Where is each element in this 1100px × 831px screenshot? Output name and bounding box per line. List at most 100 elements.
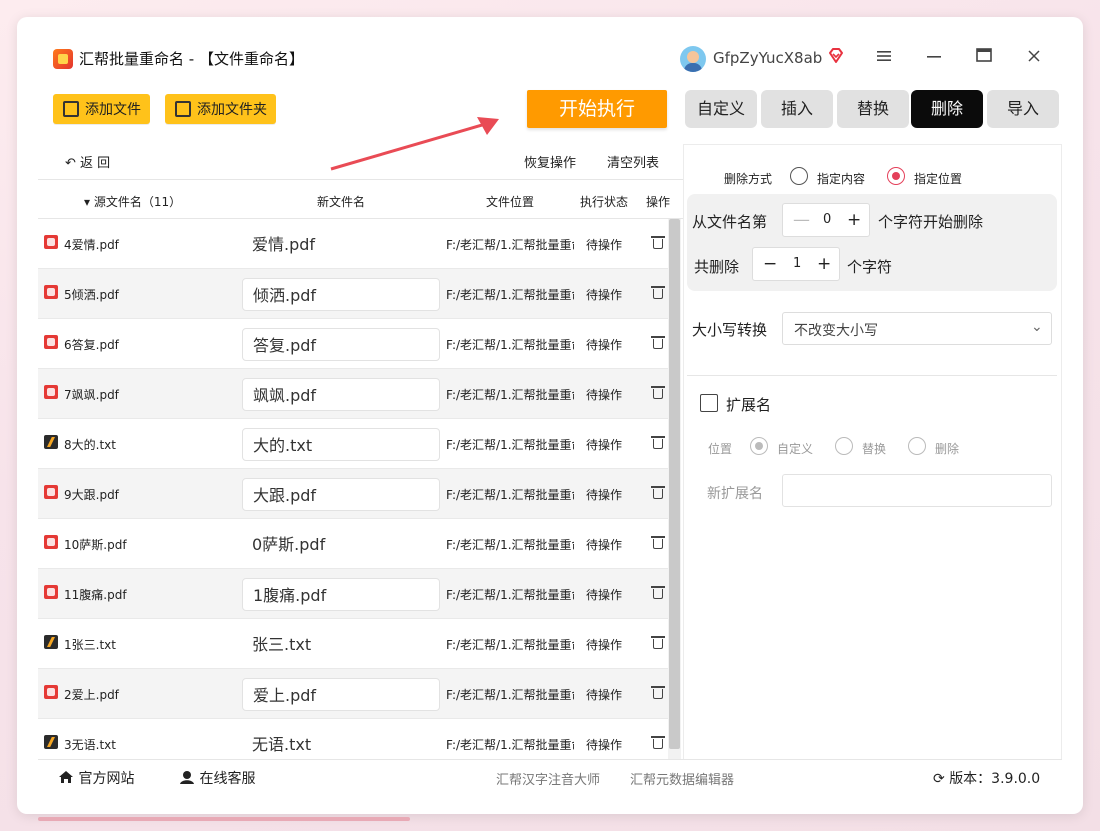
source-filename: 10萨斯.pdf [64,538,127,552]
tab-insert[interactable]: 插入 [761,90,833,128]
table-row[interactable]: 3无语.txt 无语.txt F:/老汇帮/1.汇帮批量重命名待操作 [38,719,668,759]
trash-icon[interactable] [651,485,665,499]
count-decrement-icon[interactable]: − [763,254,777,274]
trash-icon[interactable] [651,685,665,699]
trash-icon[interactable] [651,435,665,449]
new-filename[interactable]: 飒飒.pdf [242,378,440,411]
app-window: 汇帮批量重命名 - 【文件重命名】 GfpZyYucX8ab 添加文件 添加文件… [17,17,1083,814]
header-src[interactable]: ▾ 源文件名（11） [84,193,181,210]
txt-file-icon [44,635,58,649]
new-filename[interactable]: 1腹痛.pdf [242,578,440,611]
file-location: F:/老汇帮/1.汇帮批量重命名 [446,488,574,502]
restore-button[interactable]: 恢复操作 [524,152,576,171]
tab-delete[interactable]: 删除 [911,90,983,128]
table-row[interactable]: 4爱情.pdf 爱情.pdf F:/老汇帮/1.汇帮批量重命名待操作 [38,219,668,269]
trash-icon[interactable] [651,335,665,349]
add-folder-button[interactable]: 添加文件夹 [165,94,276,124]
trash-icon[interactable] [651,285,665,299]
add-folder-icon [175,101,191,117]
radio-ext-delete-label[interactable]: 删除 [935,440,959,457]
scrollbar-thumb[interactable] [669,219,680,749]
new-filename[interactable]: 答复.pdf [242,328,440,361]
trash-icon[interactable] [651,585,665,599]
header-status: 执行状态 [580,195,629,209]
from-value[interactable]: 0 [823,212,831,227]
position-label: 位置 [708,442,733,456]
table-row[interactable]: 7飒飒.pdf 飒飒.pdf F:/老汇帮/1.汇帮批量重命名待操作 [38,369,668,419]
case-label: 大小写转换 [692,321,768,339]
new-filename[interactable]: 张三.txt [242,628,440,661]
footer-link-pinyin[interactable]: 汇帮汉字注音大师 [496,769,600,788]
tab-custom[interactable]: 自定义 [685,90,757,128]
table-row[interactable]: 6答复.pdf 答复.pdf F:/老汇帮/1.汇帮批量重命名待操作 [38,319,668,369]
table-row[interactable]: 11腹痛.pdf 1腹痛.pdf F:/老汇帮/1.汇帮批量重命名待操作 [38,569,668,619]
minimize-icon[interactable] [920,45,948,69]
start-button[interactable]: 开始执行 [527,90,667,128]
pdf-file-icon [44,285,58,299]
new-filename[interactable]: 大的.txt [242,428,440,461]
trash-icon[interactable] [651,385,665,399]
website-link[interactable]: 官方网站 [58,768,134,788]
from-increment-icon[interactable]: + [847,210,861,230]
add-file-button[interactable]: 添加文件 [53,94,150,124]
clear-list-button[interactable]: 清空列表 [607,152,659,171]
header-path: 文件位置 [486,195,535,209]
table-row[interactable]: 5倾洒.pdf 倾洒.pdf F:/老汇帮/1.汇帮批量重命名待操作 [38,269,668,319]
new-filename[interactable]: 爱情.pdf [242,228,440,261]
new-filename[interactable]: 0萨斯.pdf [242,528,440,561]
count-suffix: 个字符 [847,258,893,276]
file-location: F:/老汇帮/1.汇帮批量重命名 [446,738,574,752]
menu-icon[interactable] [870,45,898,69]
table-row[interactable]: 2爱上.pdf 爱上.pdf F:/老汇帮/1.汇帮批量重命名待操作 [38,669,668,719]
radio-ext-replace[interactable] [835,437,853,455]
count-increment-icon[interactable]: + [817,254,831,274]
table-row[interactable]: 10萨斯.pdf 0萨斯.pdf F:/老汇帮/1.汇帮批量重命名待操作 [38,519,668,569]
file-location: F:/老汇帮/1.汇帮批量重命名 [446,238,574,252]
radio-position[interactable] [887,167,905,185]
new-filename[interactable]: 倾洒.pdf [242,278,440,311]
new-filename[interactable]: 无语.txt [242,728,440,759]
from-stepper[interactable]: — 0 + [782,203,870,237]
radio-content[interactable] [790,167,808,185]
status-text: 待操作 [586,638,623,652]
radio-ext-custom[interactable] [750,437,768,455]
case-select[interactable]: 不改变大小写 ⌄ [782,312,1052,345]
extension-checkbox[interactable] [700,394,718,412]
trash-icon[interactable] [651,635,665,649]
user-avatar[interactable] [680,46,706,72]
undo-icon: ↶ [65,156,76,171]
extension-label[interactable]: 扩展名 [726,394,771,415]
table-row[interactable]: 8大的.txt 大的.txt F:/老汇帮/1.汇帮批量重命名待操作 [38,419,668,469]
radio-position-label[interactable]: 指定位置 [914,170,962,187]
footer-link-metadata[interactable]: 汇帮元数据编辑器 [630,769,734,788]
new-filename[interactable]: 爱上.pdf [242,678,440,711]
radio-content-label[interactable]: 指定内容 [817,170,865,187]
delete-mode-label: 删除方式 [724,172,773,186]
from-decrement-icon[interactable]: — [793,210,810,230]
radio-ext-replace-label[interactable]: 替换 [862,440,886,457]
trash-icon[interactable] [651,735,665,749]
maximize-icon[interactable] [970,45,998,69]
table-row[interactable]: 9大跟.pdf 大跟.pdf F:/老汇帮/1.汇帮批量重命名待操作 [38,469,668,519]
service-link[interactable]: 在线客服 [179,768,255,788]
new-filename[interactable]: 大跟.pdf [242,478,440,511]
list-scrollbar[interactable] [668,219,681,759]
username[interactable]: GfpZyYucX8ab [713,49,822,67]
table-row[interactable]: 1张三.txt 张三.txt F:/老汇帮/1.汇帮批量重命名待操作 [38,619,668,669]
tab-import[interactable]: 导入 [987,90,1059,128]
list-header: ▾ 源文件名（11） 新文件名 文件位置 执行状态 操作 [38,179,683,219]
trash-icon[interactable] [651,235,665,249]
add-folder-label: 添加文件夹 [197,102,267,118]
trash-icon[interactable] [651,535,665,549]
radio-ext-delete[interactable] [908,437,926,455]
radio-ext-custom-label[interactable]: 自定义 [777,440,813,457]
undo-button[interactable]: ↶ 返 回 [65,152,110,171]
count-stepper[interactable]: − 1 + [752,247,840,281]
new-ext-input[interactable] [782,474,1052,507]
file-location: F:/老汇帮/1.汇帮批量重命名 [446,638,574,652]
close-icon[interactable] [1020,45,1048,69]
pdf-file-icon [44,685,58,699]
vip-diamond-icon[interactable] [827,47,847,67]
tab-replace[interactable]: 替换 [837,90,909,128]
count-value[interactable]: 1 [793,256,801,271]
